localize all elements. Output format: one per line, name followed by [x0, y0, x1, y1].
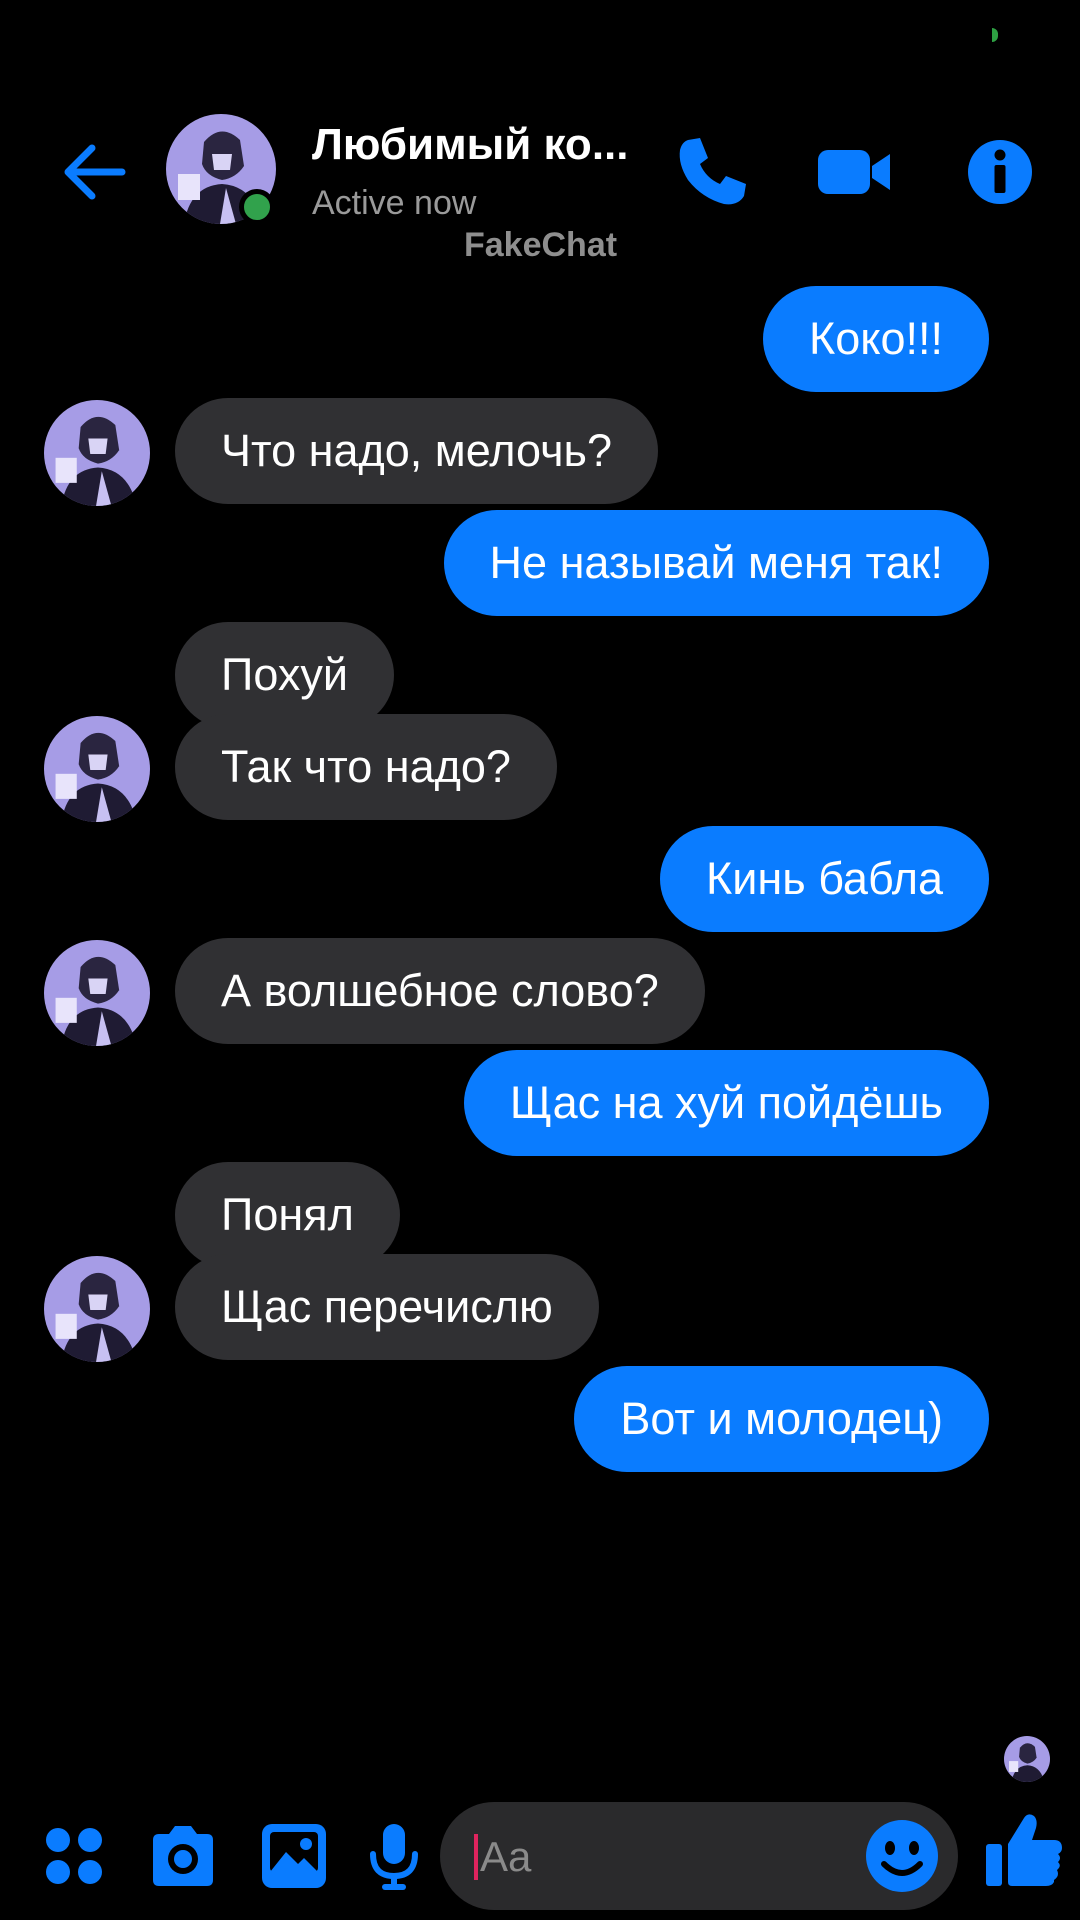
seen-receipt-avatar [1004, 1736, 1050, 1782]
contact-status: Active now [312, 184, 477, 222]
incoming-message: А волшебное слово? [0, 938, 1080, 1046]
like-button[interactable] [982, 1808, 1066, 1892]
camera-icon [153, 1826, 213, 1886]
voice-message-button[interactable] [356, 1818, 432, 1894]
incoming-message: Так что надо? [0, 714, 1080, 822]
sender-avatar[interactable] [44, 716, 150, 822]
composer-bar [0, 1796, 1080, 1916]
outgoing-message: Вот и молодец) [0, 1366, 1080, 1474]
message-bubble[interactable]: Коко!!! [763, 286, 989, 392]
emoji-icon [866, 1820, 938, 1892]
outgoing-message: Щас на хуй пойдёшь [0, 1050, 1080, 1158]
sender-avatar[interactable] [44, 400, 150, 506]
status-indicator [992, 28, 998, 42]
emoji-button[interactable] [862, 1816, 942, 1896]
message-bubble[interactable]: Так что надо? [175, 714, 557, 820]
apps-grid-icon [46, 1828, 102, 1884]
outgoing-message: Кинь бабла [0, 826, 1080, 934]
message-bubble[interactable]: Кинь бабла [660, 826, 989, 932]
message-bubble[interactable]: Не называй меня так! [443, 510, 989, 616]
phone-icon [679, 138, 746, 205]
image-icon [262, 1824, 326, 1888]
incoming-message: Что надо, мелочь? [0, 398, 1080, 506]
chat-header: Любимый ко... Active now FakeChat [0, 100, 1080, 280]
message-input-box[interactable] [440, 1802, 958, 1910]
message-bubble[interactable]: Щас на хуй пойдёшь [463, 1050, 989, 1156]
message-bubble[interactable]: А волшебное слово? [175, 938, 705, 1044]
info-button[interactable] [960, 132, 1040, 212]
video-call-button[interactable] [814, 132, 894, 212]
watermark: FakeChat [464, 226, 618, 264]
incoming-message: Щас перечислю [0, 1254, 1080, 1362]
back-button[interactable] [58, 136, 130, 208]
thumbs-up-icon [986, 1814, 1062, 1886]
online-indicator [239, 189, 275, 225]
message-bubble[interactable]: Щас перечислю [175, 1254, 599, 1360]
voice-call-button[interactable] [672, 132, 752, 212]
message-bubble[interactable]: Вот и молодец) [574, 1366, 989, 1472]
sender-avatar[interactable] [44, 1256, 150, 1362]
message-bubble[interactable]: Понял [175, 1162, 400, 1268]
message-bubble[interactable]: Что надо, мелочь? [175, 398, 658, 504]
contact-name[interactable]: Любимый ко... [312, 120, 652, 170]
message-bubble[interactable]: Похуй [175, 622, 395, 728]
info-icon [968, 140, 1032, 204]
chat-screen: Любимый ко... Active now FakeChat Коко!!… [0, 0, 1080, 1920]
outgoing-message: Коко!!! [0, 286, 1080, 394]
more-actions-button[interactable] [36, 1818, 112, 1894]
message-input[interactable] [474, 1834, 862, 1880]
back-arrow-icon [64, 144, 126, 200]
outgoing-message: Не называй меня так! [0, 510, 1080, 618]
video-camera-icon [818, 150, 890, 194]
gallery-button[interactable] [256, 1818, 332, 1894]
sender-avatar[interactable] [44, 940, 150, 1046]
microphone-icon [370, 1824, 418, 1890]
camera-button[interactable] [145, 1818, 221, 1894]
